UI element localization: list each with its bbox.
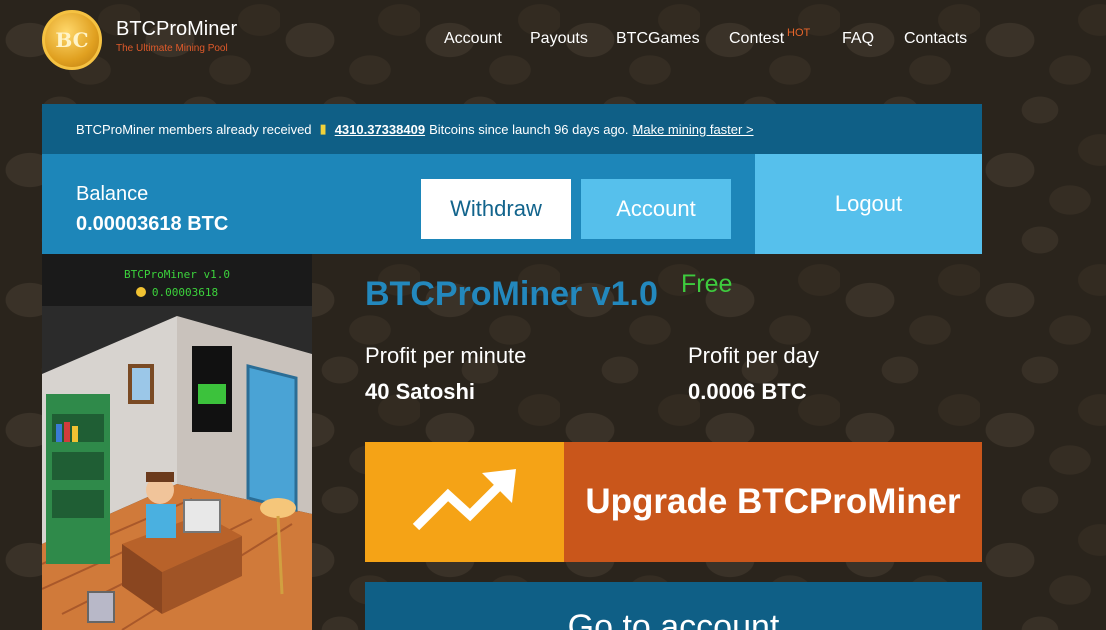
stats-banner: BTCProMiner members already received ▮ 4… [42,104,982,154]
go-to-account-button[interactable]: Go to account [365,582,982,630]
nav-contacts[interactable]: Contacts [904,30,967,48]
nav-account[interactable]: Account [444,30,502,48]
stats-suffix: Bitcoins since launch 96 days ago. [429,121,629,137]
total-paid-amount[interactable]: 4310.37338409 [335,122,425,137]
upgrade-label: Upgrade BTCProMiner [564,442,982,562]
pixel-room-illustration [42,306,312,630]
profit-day-label: Profit per day [688,343,819,368]
trend-up-icon [365,442,564,562]
miner-title: BTCProMiner v1.0 [365,275,658,313]
bulb-icon: ▮ [319,121,327,136]
profit-day-value: 0.0006 BTC [688,379,807,404]
account-button[interactable]: Account [581,179,731,239]
balance-value: 0.00003618 BTC [76,213,229,235]
upgrade-button[interactable]: Upgrade BTCProMiner [365,442,982,562]
make-mining-faster-link[interactable]: Make mining faster > [633,122,754,137]
withdraw-button[interactable]: Withdraw [421,179,571,239]
brand-tagline: The Ultimate Mining Pool [116,43,228,54]
balance-label: Balance [76,183,149,205]
free-badge: Free [681,270,733,298]
logout-button[interactable]: Logout [755,154,982,254]
logo-coin-icon[interactable]: BC [42,10,102,70]
balance-bar: Balance 0.00003618 BTC Withdraw Account [42,154,755,254]
brand-name[interactable]: BTCProMiner [116,18,237,41]
hot-badge: HOT [787,27,811,39]
miner-game-panel[interactable]: BTCProMiner v1.0 0.00003618 [42,254,312,630]
profit-minute-value: 40 Satoshi [365,379,476,404]
nav-contest[interactable]: Contest [729,30,784,48]
logo-text: BC [55,28,89,52]
stats-prefix: BTCProMiner members already received [76,121,312,137]
nav-faq[interactable]: FAQ [842,30,874,48]
nav-btcgames[interactable]: BTCGames [616,30,700,48]
nav-payouts[interactable]: Payouts [530,30,588,48]
profit-minute-label: Profit per minute [365,343,527,368]
